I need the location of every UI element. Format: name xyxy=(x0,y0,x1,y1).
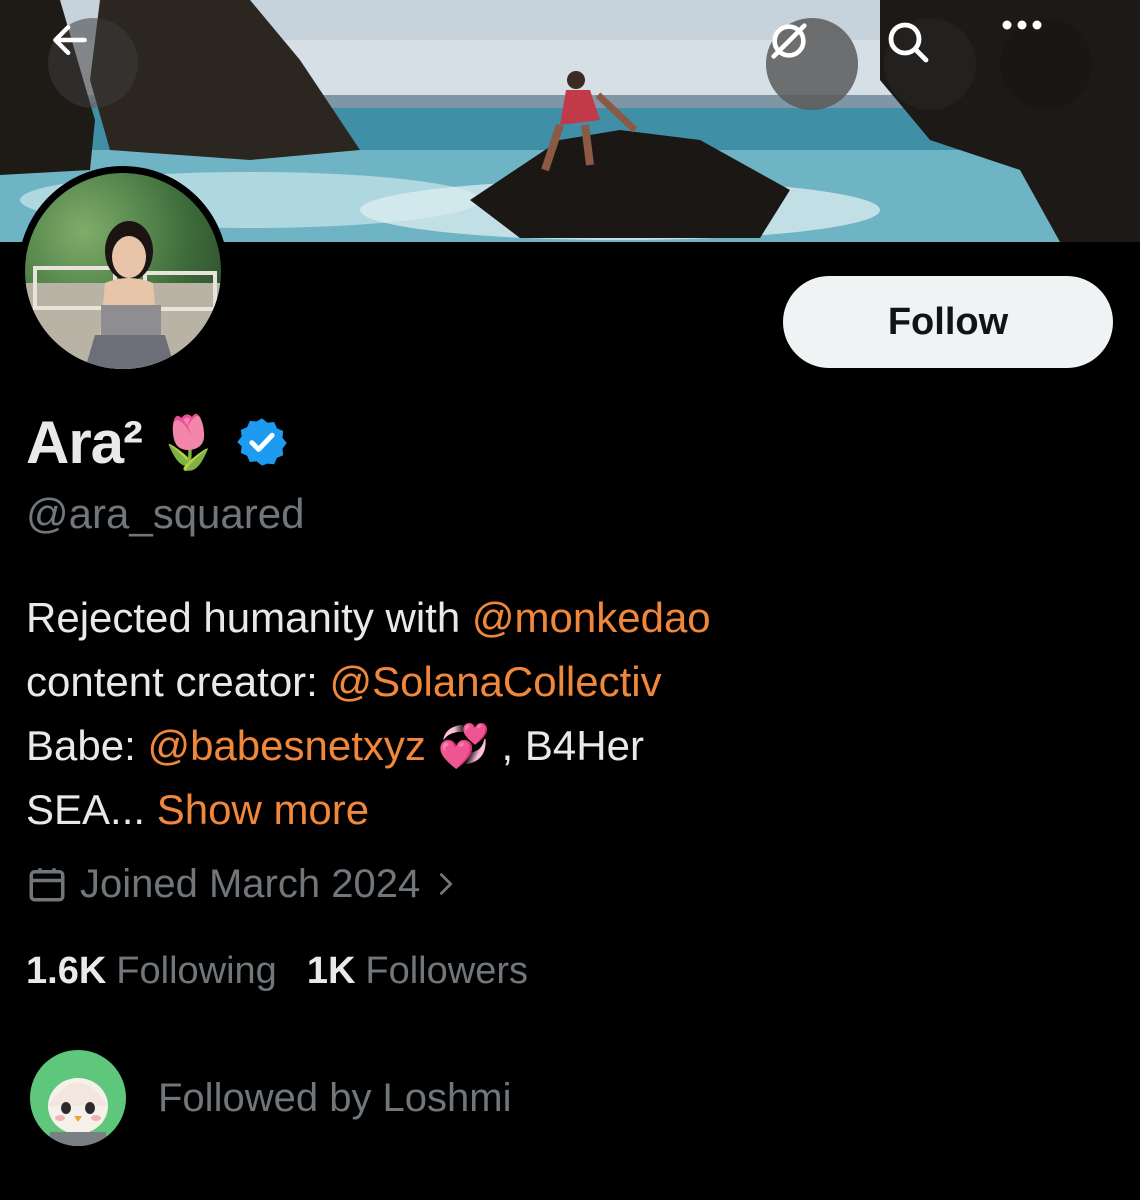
back-button[interactable] xyxy=(48,18,138,108)
following-link[interactable]: 1.6K Following xyxy=(26,950,277,993)
bio-line-1: Rejected humanity with @monkedao xyxy=(26,586,1106,650)
show-more-link[interactable]: Show more xyxy=(157,786,369,833)
follow-button[interactable]: Follow xyxy=(783,276,1113,368)
follow-stats: 1.6K Following 1K Followers xyxy=(26,944,528,998)
avatar-photo xyxy=(25,173,221,369)
tulip-emoji: 🌷 xyxy=(156,413,221,472)
search-icon xyxy=(888,22,929,63)
display-name: Ara² xyxy=(26,408,143,476)
arrow-left-icon xyxy=(53,24,87,56)
following-label: Following xyxy=(116,949,277,992)
bio-text: Babe: xyxy=(26,722,148,769)
verified-badge-icon[interactable] xyxy=(235,415,289,469)
mention-link[interactable]: @babesnetxyz xyxy=(147,722,425,769)
more-horizontal-icon xyxy=(1002,20,1042,30)
grok-icon xyxy=(771,23,807,59)
chevron-right-icon xyxy=(440,873,453,895)
more-button[interactable] xyxy=(1000,18,1092,110)
search-button[interactable] xyxy=(884,18,976,110)
bio-line-2: content creator: @SolanaCollectiv xyxy=(26,650,1106,714)
bio-text: , B4Her xyxy=(489,722,644,769)
name-row: Ara² 🌷 xyxy=(26,404,289,480)
mention-link[interactable]: @monkedao xyxy=(472,594,711,641)
bio-text: Rejected humanity with xyxy=(26,594,472,641)
followers-label: Followers xyxy=(365,949,528,992)
joined-text: Joined March 2024 xyxy=(80,861,421,906)
followers-count: 1K xyxy=(306,949,356,992)
calendar-icon xyxy=(29,868,65,902)
bio-line-4: SEA... Show more xyxy=(26,778,1106,842)
profile-bio: Rejected humanity with @monkedao content… xyxy=(26,586,1106,842)
following-count: 1.6K xyxy=(26,949,107,992)
profile-handle: @ara_squared xyxy=(26,490,305,537)
followed-by-text: Followed by Loshmi xyxy=(158,1075,512,1120)
bio-line-3: Babe: @babesnetxyz 💞 , B4Her xyxy=(26,714,1106,778)
profile-avatar[interactable] xyxy=(18,166,228,376)
grok-button[interactable] xyxy=(766,18,858,110)
bio-text: SEA... xyxy=(26,786,157,833)
followers-link[interactable]: 1K Followers xyxy=(307,950,528,993)
bio-text: content creator: xyxy=(26,658,330,705)
mention-link[interactable]: @SolanaCollectiv xyxy=(330,658,662,705)
followed-by-row[interactable]: Followed by Loshmi xyxy=(30,1050,512,1146)
hearts-emoji: 💞 xyxy=(437,722,490,769)
joined-date[interactable]: Joined March 2024 xyxy=(26,858,460,910)
follower-avatar[interactable] xyxy=(30,1050,126,1146)
